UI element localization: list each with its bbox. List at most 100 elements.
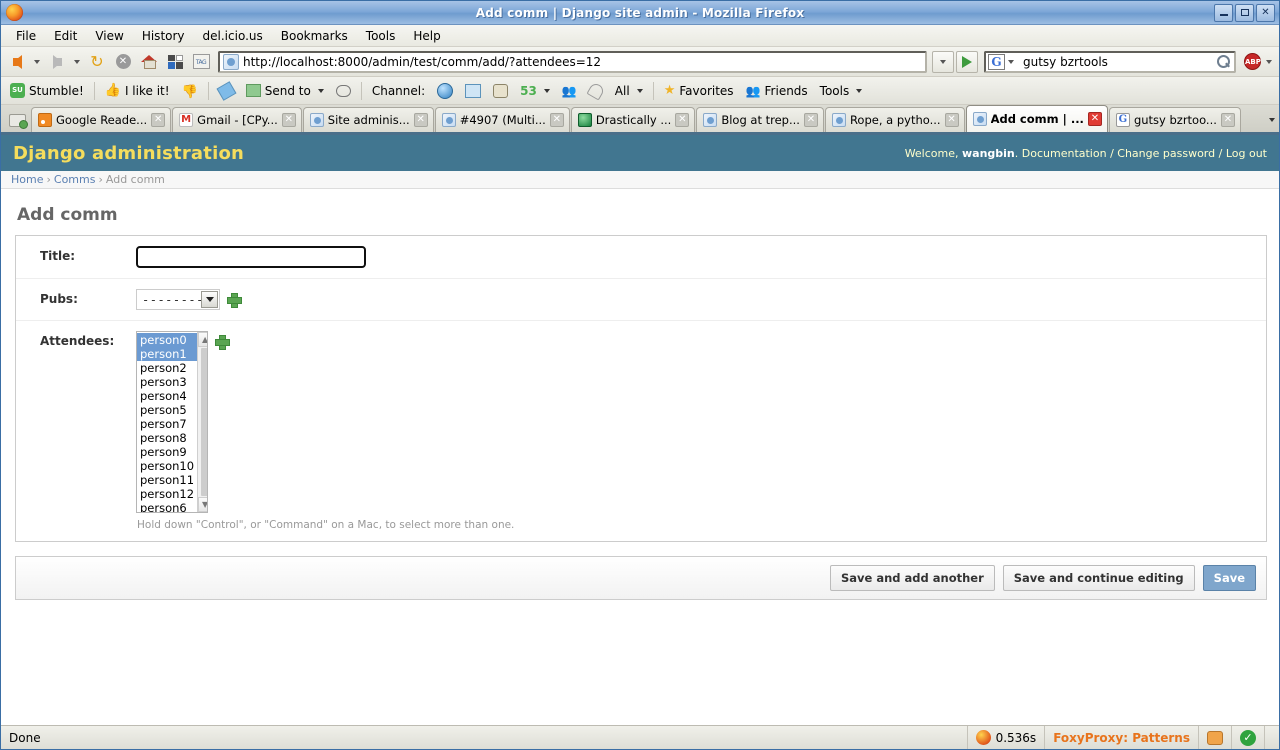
bookmark-channel-photo[interactable]: [460, 82, 486, 100]
split-browser-button[interactable]: [163, 50, 187, 74]
menu-item-history[interactable]: History: [133, 27, 194, 45]
tab-google-reader[interactable]: Google Reade... ✕: [31, 107, 171, 132]
home-button[interactable]: [137, 50, 161, 74]
maximize-button[interactable]: [1235, 4, 1254, 22]
search-input[interactable]: gutsy bzrtools: [1017, 55, 1215, 69]
breadcrumb-comms[interactable]: Comms: [54, 173, 96, 186]
stop-button[interactable]: ✕: [111, 50, 135, 74]
scroll-up-icon[interactable]: ▲: [198, 332, 208, 347]
menu-item-edit[interactable]: Edit: [45, 27, 86, 45]
tab-close-icon[interactable]: ✕: [151, 113, 165, 127]
tab-blog-at-trep[interactable]: Blog at trep... ✕: [696, 107, 824, 132]
bookmark-friends[interactable]: 👥 Friends: [741, 82, 813, 100]
forward-button[interactable]: [45, 50, 69, 74]
resize-grip[interactable]: [1265, 726, 1279, 749]
reload-button[interactable]: ↻: [85, 50, 109, 74]
save-button[interactable]: Save: [1203, 565, 1256, 591]
tab-gmail[interactable]: M Gmail - [CPy... ✕: [172, 107, 302, 132]
logout-link[interactable]: Log out: [1226, 147, 1267, 160]
security-status-cell[interactable]: ✓: [1232, 726, 1265, 749]
list-item[interactable]: person8: [137, 431, 197, 445]
list-item[interactable]: person3: [137, 375, 197, 389]
menu-item-tools[interactable]: Tools: [357, 27, 405, 45]
foxyproxy-icon-cell[interactable]: [1199, 726, 1232, 749]
bookmark-favorites[interactable]: ★ Favorites: [659, 82, 739, 100]
tab-close-icon[interactable]: ✕: [945, 113, 959, 127]
tab-close-icon[interactable]: ✕: [1088, 112, 1102, 126]
list-item[interactable]: person6: [137, 501, 197, 513]
back-button[interactable]: [5, 50, 29, 74]
list-item[interactable]: person1: [137, 347, 197, 361]
close-button[interactable]: ✕: [1256, 4, 1275, 22]
tag-button[interactable]: TAG: [189, 50, 213, 74]
minimize-button[interactable]: [1214, 4, 1233, 22]
menu-item-bookmarks[interactable]: Bookmarks: [272, 27, 357, 45]
list-item[interactable]: person5: [137, 403, 197, 417]
page-load-time[interactable]: 0.536s: [968, 726, 1046, 749]
list-item[interactable]: person4: [137, 389, 197, 403]
tab-close-icon[interactable]: ✕: [414, 113, 428, 127]
tab-close-icon[interactable]: ✕: [1221, 113, 1235, 127]
add-another-attendee-icon[interactable]: [215, 335, 228, 348]
search-icon[interactable]: [1215, 53, 1232, 70]
list-item[interactable]: person12: [137, 487, 197, 501]
bookmark-stumble[interactable]: Stumble!: [5, 81, 89, 100]
bookmark-comment[interactable]: [331, 83, 356, 99]
search-bar[interactable]: G gutsy bzrtools: [984, 51, 1236, 73]
documentation-link[interactable]: Documentation: [1022, 147, 1107, 160]
tab-close-icon[interactable]: ✕: [675, 113, 689, 127]
go-button[interactable]: [956, 51, 978, 73]
bookmark-tools[interactable]: Tools: [815, 82, 868, 100]
foxyproxy-status[interactable]: FoxyProxy: Patterns: [1045, 726, 1199, 749]
scrollbar-thumb[interactable]: [201, 348, 208, 496]
pubs-select[interactable]: ---------: [136, 289, 220, 310]
url-bar[interactable]: http://localhost:8000/admin/test/comm/ad…: [218, 51, 927, 73]
title-input[interactable]: [136, 246, 366, 268]
tab-overflow-button[interactable]: [1261, 108, 1279, 132]
tab-close-icon[interactable]: ✕: [804, 113, 818, 127]
tab-add-comm[interactable]: Add comm | ... ✕: [966, 105, 1108, 132]
list-item[interactable]: person0: [137, 333, 197, 347]
bookmark-dislike[interactable]: 👍: [177, 82, 203, 99]
list-item[interactable]: person7: [137, 417, 197, 431]
attendees-scrollbar[interactable]: ▲ ▼: [197, 332, 208, 512]
list-all-tabs-button[interactable]: [3, 108, 31, 132]
tab-rope-python[interactable]: Rope, a pytho... ✕: [825, 107, 965, 132]
tab-drastically[interactable]: Drastically ... ✕: [571, 107, 696, 132]
bookmark-i-like-it[interactable]: 👍 I like it!: [100, 82, 175, 100]
save-and-continue-editing-button[interactable]: Save and continue editing: [1003, 565, 1195, 591]
list-item[interactable]: person11: [137, 473, 197, 487]
menu-item-delicious[interactable]: del.icio.us: [194, 27, 272, 45]
bookmark-channel-video[interactable]: [488, 82, 513, 100]
adblock-plus-icon[interactable]: ABP: [1244, 53, 1261, 70]
bookmark-channel-su[interactable]: 53: [515, 82, 555, 100]
tab-close-icon[interactable]: ✕: [550, 113, 564, 127]
url-input[interactable]: http://localhost:8000/admin/test/comm/ad…: [243, 55, 922, 69]
forward-dropdown-icon[interactable]: [74, 60, 80, 64]
list-item[interactable]: person10: [137, 459, 197, 473]
google-search-engine-icon[interactable]: G: [988, 54, 1005, 70]
add-another-pub-icon[interactable]: [227, 293, 240, 306]
bookmark-send-to[interactable]: Send to: [241, 82, 329, 100]
attendees-multiselect[interactable]: person0 person1 person2 person3 person4 …: [136, 331, 208, 513]
bookmark-channel-people[interactable]: 👥: [557, 83, 582, 99]
url-dropdown-button[interactable]: [932, 51, 954, 73]
scroll-down-icon[interactable]: ▼: [198, 497, 208, 512]
tab-gutsy-bzrtools[interactable]: G gutsy bzrtoo... ✕: [1109, 107, 1241, 132]
menu-item-help[interactable]: Help: [404, 27, 449, 45]
toolbar-overflow-chevron-icon[interactable]: [1266, 60, 1272, 64]
bookmark-channel-clip[interactable]: [584, 82, 608, 100]
search-engine-chevron-down-icon[interactable]: [1008, 60, 1014, 64]
back-dropdown-icon[interactable]: [34, 60, 40, 64]
tab-ticket-4907[interactable]: #4907 (Multi... ✕: [435, 107, 570, 132]
change-password-link[interactable]: Change password: [1117, 147, 1215, 160]
bookmark-channel-web[interactable]: [432, 81, 458, 101]
breadcrumb-home[interactable]: Home: [11, 173, 43, 186]
menu-item-file[interactable]: File: [7, 27, 45, 45]
tab-site-administration[interactable]: Site adminis... ✕: [303, 107, 434, 132]
tab-close-icon[interactable]: ✕: [282, 113, 296, 127]
bookmark-tag[interactable]: [214, 82, 239, 100]
menu-item-view[interactable]: View: [86, 27, 132, 45]
save-and-add-another-button[interactable]: Save and add another: [830, 565, 995, 591]
chevron-down-icon[interactable]: [201, 291, 218, 308]
